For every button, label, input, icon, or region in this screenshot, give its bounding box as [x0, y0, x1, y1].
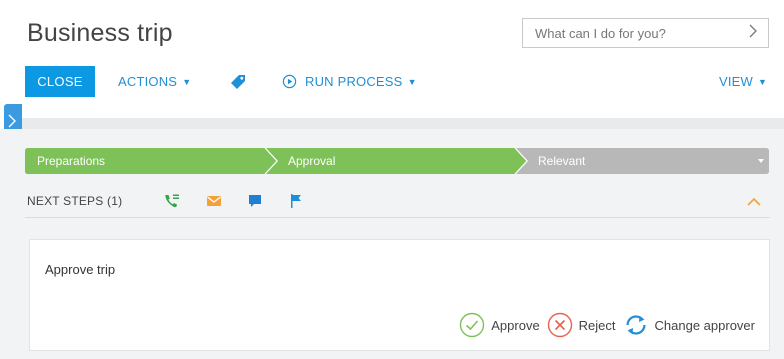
reject-label: Reject	[578, 317, 616, 333]
change-approver-label: Change approver	[654, 317, 755, 333]
stage-label: Approval	[288, 154, 336, 168]
tag-icon[interactable]	[230, 74, 246, 90]
stage-label: Relevant	[538, 154, 586, 168]
email-icon[interactable]	[205, 192, 223, 210]
play-circle-icon	[282, 74, 297, 89]
next-steps-label: NEXT STEPS (1)	[27, 194, 123, 208]
next-steps-header: NEXT STEPS (1)	[0, 186, 784, 218]
divider	[25, 217, 770, 218]
phone-icon[interactable]	[163, 192, 181, 210]
command-search-input[interactable]: What can I do for you?	[522, 18, 769, 48]
view-button[interactable]: VIEW ▼	[719, 66, 767, 97]
run-process-button[interactable]: RUN PROCESS ▼	[282, 66, 417, 97]
x-circle-icon	[547, 312, 572, 338]
reject-button[interactable]: Reject	[547, 312, 616, 338]
actions-label: ACTIONS	[118, 74, 178, 89]
page-title: Business trip	[27, 19, 173, 47]
page-header: Business trip What can I do for you? CLO…	[0, 0, 784, 118]
chat-icon[interactable]	[246, 192, 264, 210]
caret-down-icon: ▼	[758, 76, 768, 87]
view-label: VIEW	[719, 74, 754, 89]
refresh-icon	[625, 315, 646, 335]
caret-down-icon: ▼	[407, 76, 417, 87]
header-divider	[22, 118, 784, 129]
chevron-right-icon	[8, 114, 16, 128]
stage-label: Preparations	[37, 154, 106, 168]
search-placeholder: What can I do for you?	[535, 25, 666, 41]
chevron-up-icon[interactable]	[745, 192, 763, 210]
close-button[interactable]: CLOSE	[25, 66, 95, 97]
toolbar: CLOSE ACTIONS ▼ RUN PROCESS ▼ VIEW ▼	[25, 66, 770, 98]
check-circle-icon	[460, 312, 485, 338]
approve-button[interactable]: Approve	[459, 312, 540, 338]
actions-button[interactable]: ACTIONS ▼	[118, 66, 191, 97]
task-card: Approve trip Approve Reject Change appro…	[29, 239, 770, 351]
flag-icon[interactable]	[287, 192, 305, 210]
chevron-right-icon[interactable]	[738, 24, 768, 43]
change-approver-button[interactable]: Change approver	[623, 312, 755, 338]
task-actions: Approve Reject Change approver	[452, 312, 755, 338]
run-process-label: RUN PROCESS	[305, 74, 403, 89]
approve-label: Approve	[491, 317, 540, 333]
task-title[interactable]: Approve trip	[45, 262, 115, 277]
caret-down-icon: ▼	[182, 76, 192, 87]
case-stage-bar: Preparations Approval Relevant	[25, 148, 769, 174]
